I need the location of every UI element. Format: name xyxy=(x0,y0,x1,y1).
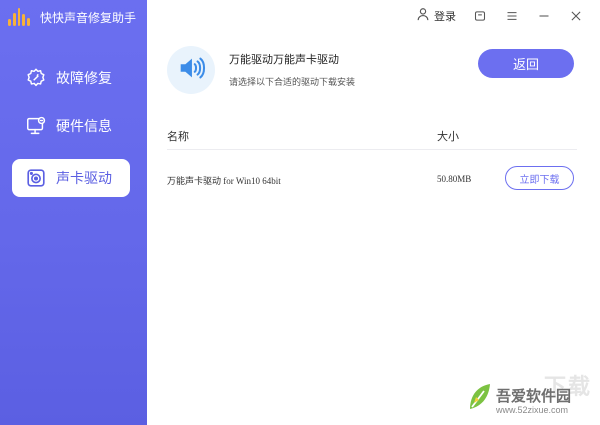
column-header-size: 大小 xyxy=(437,131,459,143)
main-panel: 万能驱动万能声卡驱动 请选择以下合适的驱动下载安装 返回 名称 大小 万能声卡驱… xyxy=(147,28,600,425)
site-watermark: 下载 吾爱软件园 www.52zixue.com xyxy=(462,371,594,421)
table-row: 万能声卡驱动 for Win10 64bit 50.80MB 立即下载 xyxy=(167,150,577,206)
sound-driver-badge xyxy=(167,46,215,94)
app-title: 快快声音修复助手 xyxy=(40,10,137,25)
sidebar-item-label: 声卡驱动 xyxy=(56,170,112,186)
volume-icon xyxy=(176,53,206,88)
app-brand: 快快声音修复助手 xyxy=(8,7,136,27)
menu-icon[interactable] xyxy=(504,8,520,24)
driver-table: 名称 大小 万能声卡驱动 for Win10 64bit 50.80MB 立即下… xyxy=(167,122,577,206)
gear-repair-icon xyxy=(24,66,48,90)
user-icon xyxy=(416,7,430,26)
close-icon[interactable] xyxy=(568,8,584,24)
sidebar: 快快声音修复助手 故障修复 硬件信息 声卡驱动 xyxy=(0,0,147,425)
column-header-name: 名称 xyxy=(167,131,189,143)
sidebar-item-sound-driver[interactable]: 声卡驱动 xyxy=(12,159,130,197)
speaker-icon xyxy=(24,166,48,190)
minimize-icon[interactable] xyxy=(536,8,552,24)
watermark-leaf-logo-icon xyxy=(466,381,492,413)
download-button[interactable]: 立即下载 xyxy=(505,166,574,190)
watermark-url: www.52zixue.com xyxy=(496,405,569,415)
sidebar-item-label: 故障修复 xyxy=(56,70,112,86)
sidebar-item-label: 硬件信息 xyxy=(56,118,112,134)
skin-icon[interactable] xyxy=(472,8,488,24)
sidebar-item-hardware-info[interactable]: 硬件信息 xyxy=(12,107,130,145)
driver-size: 50.80MB xyxy=(437,174,472,184)
login-button[interactable]: 登录 xyxy=(416,7,456,26)
back-button[interactable]: 返回 xyxy=(478,49,574,78)
sound-wave-logo-icon xyxy=(8,8,30,26)
watermark-site-name: 吾爱软件园 xyxy=(496,388,572,405)
title-bar-controls: 登录 xyxy=(416,6,584,26)
driver-subtitle: 请选择以下合适的驱动下载安装 xyxy=(229,77,356,87)
table-header: 名称 大小 xyxy=(167,122,577,150)
login-label: 登录 xyxy=(434,11,456,23)
monitor-icon xyxy=(24,114,48,138)
driver-name: 万能声卡驱动 for Win10 64bit xyxy=(167,176,281,186)
sidebar-item-fault-repair[interactable]: 故障修复 xyxy=(12,59,130,97)
driver-title: 万能驱动万能声卡驱动 xyxy=(229,54,339,66)
